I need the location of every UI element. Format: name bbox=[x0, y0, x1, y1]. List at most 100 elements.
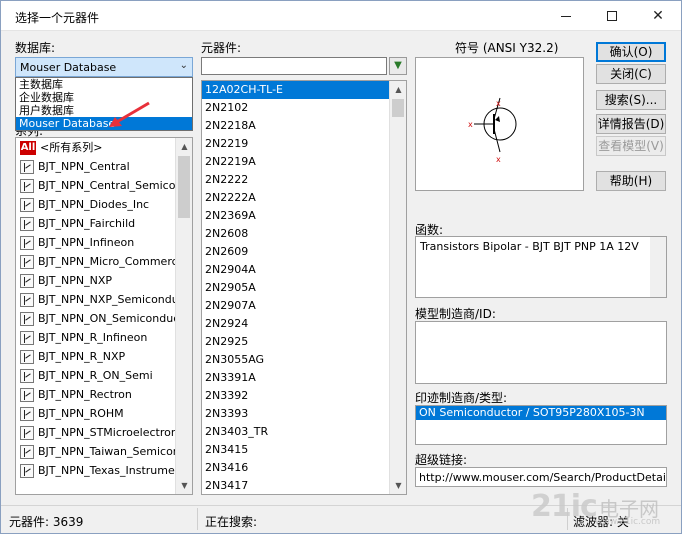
database-select[interactable]: Mouser Database ⌄ bbox=[15, 57, 193, 77]
list-item[interactable]: 2N2924 bbox=[202, 315, 406, 333]
model-manufacturer-list[interactable] bbox=[415, 321, 667, 384]
list-item-label: BJT_NPN_ROHM bbox=[38, 407, 124, 420]
transistor-icon bbox=[20, 311, 34, 326]
list-item-label: BJT_NPN_Taiwan_Semicono bbox=[38, 445, 187, 458]
list-item[interactable]: BJT_NPN_R_Infineon bbox=[16, 328, 192, 347]
list-item[interactable]: BJT_NPN_Taiwan_Semicono bbox=[16, 442, 192, 461]
list-item[interactable]: BJT_NPN_NXP bbox=[16, 271, 192, 290]
filter-button[interactable]: ▼ bbox=[389, 57, 407, 75]
function-scrollbar[interactable] bbox=[650, 237, 666, 297]
list-item[interactable]: 2N3417 bbox=[202, 477, 406, 494]
list-item[interactable]: BJT_NPN_Texas_Instrumen bbox=[16, 461, 192, 480]
list-item[interactable]: BJT_NPN_R_NXP bbox=[16, 347, 192, 366]
list-item[interactable]: 2N3403_TR bbox=[202, 423, 406, 441]
chevron-down-icon: ⌄ bbox=[179, 60, 188, 71]
list-item[interactable]: 2N2222A bbox=[202, 189, 406, 207]
list-item[interactable]: BJT_NPN_Micro_Commercia bbox=[16, 252, 192, 271]
close-button[interactable]: 关闭(C) bbox=[596, 64, 666, 84]
list-item-label: BJT_NPN_NXP_Semiconduct bbox=[38, 293, 190, 306]
component-search-input[interactable] bbox=[201, 57, 387, 75]
window-title: 选择一个元器件 bbox=[15, 11, 100, 25]
list-item-label: BJT_NPN_Fairchild bbox=[38, 217, 136, 230]
list-item[interactable]: 2N2608 bbox=[202, 225, 406, 243]
list-item[interactable]: 2N2905A bbox=[202, 279, 406, 297]
database-option-main[interactable]: 主数据库 bbox=[16, 78, 192, 91]
close-window-button[interactable]: ✕ bbox=[635, 1, 681, 31]
list-item[interactable]: 2N2369A bbox=[202, 207, 406, 225]
transistor-icon bbox=[20, 330, 34, 345]
list-item[interactable]: BJT_NPN_ROHM bbox=[16, 404, 192, 423]
transistor-icon bbox=[20, 197, 34, 212]
database-option-corporate[interactable]: 企业数据库 bbox=[16, 91, 192, 104]
view-model-button[interactable]: 查看模型(V) bbox=[596, 136, 666, 156]
list-item[interactable]: 2N3392 bbox=[202, 387, 406, 405]
series-list[interactable]: All <所有系列> BJT_NPN_Central BJT_NPN_Centr… bbox=[15, 137, 193, 495]
database-selected-value: Mouser Database bbox=[20, 61, 117, 74]
symbol-label: 符号 (ANSI Y32.2) bbox=[455, 41, 559, 55]
list-item[interactable]: ON Semiconductor / SOT95P280X105-3N bbox=[416, 406, 666, 420]
list-item[interactable]: 2N2609 bbox=[202, 243, 406, 261]
maximize-button[interactable] bbox=[589, 1, 635, 31]
list-item-label: BJT_NPN_R_ON_Semi bbox=[38, 369, 153, 382]
list-item[interactable]: BJT_NPN_Fairchild bbox=[16, 214, 192, 233]
minimize-button[interactable] bbox=[543, 1, 589, 31]
list-item[interactable]: BJT_NPN_Central bbox=[16, 157, 192, 176]
annotation-arrow-icon bbox=[109, 101, 150, 127]
list-item[interactable]: 2N2925 bbox=[202, 333, 406, 351]
scroll-thumb[interactable] bbox=[178, 156, 190, 218]
list-item[interactable]: 2N2904A bbox=[202, 261, 406, 279]
list-item[interactable]: 2N2907A bbox=[202, 297, 406, 315]
list-item[interactable]: 2N3055AG bbox=[202, 351, 406, 369]
list-item[interactable]: 2N2222 bbox=[202, 171, 406, 189]
transistor-icon bbox=[20, 292, 34, 307]
pnp-transistor-symbol-icon: x x x bbox=[468, 97, 517, 164]
list-item[interactable]: BJT_NPN_ON_Semiconducto bbox=[16, 309, 192, 328]
list-item-label: <所有系列> bbox=[40, 141, 103, 154]
list-item-label: BJT_NPN_Diodes_Inc bbox=[38, 198, 150, 211]
scroll-down-icon[interactable]: ▼ bbox=[176, 477, 192, 494]
list-item-label: BJT_NPN_Rectron bbox=[38, 388, 132, 401]
component-count-label: 元器件: 3639 bbox=[9, 515, 84, 529]
scroll-thumb[interactable] bbox=[392, 99, 404, 117]
list-item[interactable]: 2N3416 bbox=[202, 459, 406, 477]
list-item-label: BJT_NPN_Texas_Instrumen bbox=[38, 464, 182, 477]
footprint-list[interactable]: ON Semiconductor / SOT95P280X105-3N bbox=[415, 405, 667, 445]
list-item-label: BJT_NPN_Infineon bbox=[38, 236, 135, 249]
list-item[interactable]: BJT_NPN_Infineon bbox=[16, 233, 192, 252]
search-button[interactable]: 搜索(S)... bbox=[596, 90, 666, 110]
database-option-user[interactable]: 用户数据库 bbox=[16, 104, 192, 117]
detail-report-button[interactable]: 详情报告(D) bbox=[596, 114, 666, 134]
scroll-down-icon[interactable]: ▼ bbox=[390, 477, 406, 494]
database-option-mouser[interactable]: Mouser Database bbox=[16, 117, 192, 130]
series-scrollbar[interactable]: ▲ ▼ bbox=[175, 138, 192, 494]
list-item[interactable]: 2N2219 bbox=[202, 135, 406, 153]
function-field[interactable]: Transistors Bipolar - BJT BJT PNP 1A 12V bbox=[415, 236, 667, 298]
list-item[interactable]: 2N3391A bbox=[202, 369, 406, 387]
list-item[interactable]: BJT_NPN_Central_Semicon bbox=[16, 176, 192, 195]
list-item-label: BJT_NPN_R_NXP bbox=[38, 350, 126, 363]
list-item[interactable]: 2N2218A bbox=[202, 117, 406, 135]
component-scrollbar[interactable]: ▲ ▼ bbox=[389, 81, 406, 494]
scroll-up-icon[interactable]: ▲ bbox=[390, 81, 406, 98]
component-list[interactable]: 12A02CH-TL-E 2N2102 2N2218A 2N2219 2N221… bbox=[201, 80, 407, 495]
footprint-label: 印迹制造商/类型: bbox=[415, 391, 508, 405]
series-item-all[interactable]: All <所有系列> bbox=[16, 138, 192, 157]
help-button[interactable]: 帮助(H) bbox=[596, 171, 666, 191]
transistor-icon bbox=[20, 463, 34, 478]
list-item[interactable]: BJT_NPN_Rectron bbox=[16, 385, 192, 404]
ok-button[interactable]: 确认(O) bbox=[596, 42, 666, 62]
list-item[interactable]: BJT_NPN_R_ON_Semi bbox=[16, 366, 192, 385]
database-label: 数据库: bbox=[15, 41, 56, 55]
list-item[interactable]: 2N2102 bbox=[202, 99, 406, 117]
list-item[interactable]: 2N2219A bbox=[202, 153, 406, 171]
list-item[interactable]: 12A02CH-TL-E bbox=[202, 81, 406, 99]
all-series-icon: All bbox=[20, 140, 36, 155]
hyperlink-field[interactable]: http://www.mouser.com/Search/ProductDeta… bbox=[415, 467, 667, 487]
list-item-label: BJT_NPN_STMicroelectronic bbox=[38, 426, 187, 439]
list-item[interactable]: 2N3393 bbox=[202, 405, 406, 423]
scroll-up-icon[interactable]: ▲ bbox=[176, 138, 192, 155]
list-item[interactable]: BJT_NPN_NXP_Semiconduct bbox=[16, 290, 192, 309]
list-item[interactable]: BJT_NPN_Diodes_Inc bbox=[16, 195, 192, 214]
list-item[interactable]: BJT_NPN_STMicroelectronic bbox=[16, 423, 192, 442]
list-item[interactable]: 2N3415 bbox=[202, 441, 406, 459]
